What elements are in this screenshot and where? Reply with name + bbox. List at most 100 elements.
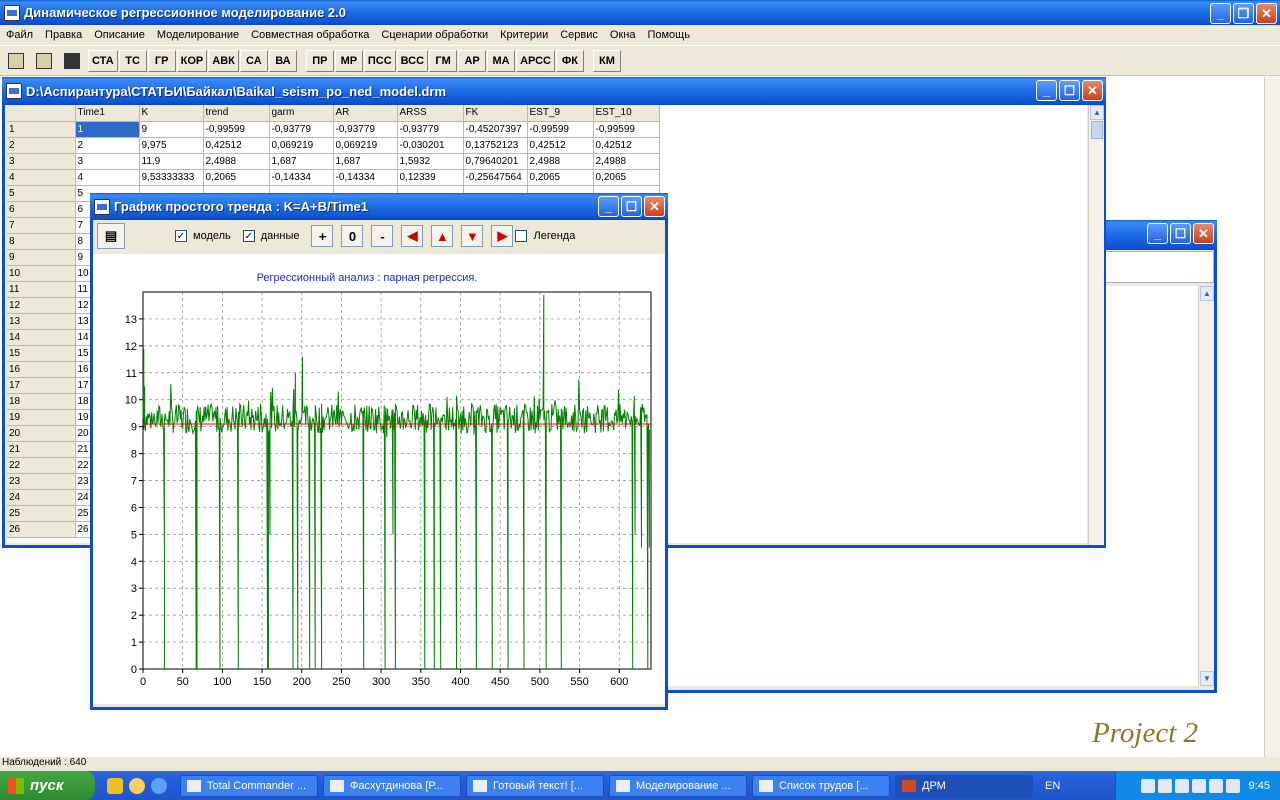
menu-joint-processing[interactable]: Совместная обработка bbox=[245, 29, 375, 41]
toolbar-button-sa[interactable]: СА bbox=[239, 49, 268, 72]
legend-checkbox[interactable]: Легенда bbox=[515, 230, 575, 242]
table-cell[interactable]: 9 bbox=[139, 121, 204, 138]
grid-window-close-button[interactable]: ✕ bbox=[1082, 80, 1103, 101]
quicklaunch-app-icon[interactable] bbox=[107, 777, 123, 794]
table-cell[interactable]: 3 bbox=[75, 153, 140, 170]
menu-scenarios[interactable]: Сценарии обработки bbox=[375, 29, 494, 41]
task-modeling[interactable]: Моделирование ... bbox=[609, 774, 747, 797]
table-cell[interactable]: -0,45207397 bbox=[463, 121, 528, 138]
toolbar-button-va[interactable]: ВА bbox=[268, 49, 297, 72]
task-works-list[interactable]: Список трудов [... bbox=[752, 774, 890, 797]
menu-help[interactable]: Помощь bbox=[641, 29, 696, 41]
right-window-close-button[interactable]: ✕ bbox=[1193, 223, 1214, 244]
menu-criteria[interactable]: Критерии bbox=[494, 29, 554, 41]
right-window-minimize-button[interactable]: _ bbox=[1147, 223, 1168, 244]
task-ready-text[interactable]: Готовый текст! [... bbox=[466, 774, 604, 797]
table-cell[interactable]: -0,99599 bbox=[593, 121, 660, 138]
tray-icon-3[interactable] bbox=[1174, 778, 1189, 793]
table-cell[interactable]: -0,25647564 bbox=[463, 169, 528, 186]
table-cell[interactable]: 0,069219 bbox=[333, 137, 398, 154]
quicklaunch-ie-icon[interactable] bbox=[151, 777, 167, 794]
arrow-left-icon[interactable]: ◀ bbox=[401, 225, 424, 247]
column-header-est_9[interactable]: EST_9 bbox=[527, 105, 594, 122]
toolbar-button-ts[interactable]: ТС bbox=[118, 49, 147, 72]
table-cell[interactable]: 9,975 bbox=[139, 137, 204, 154]
table-cell[interactable]: -0,030201 bbox=[397, 137, 464, 154]
table-cell[interactable]: -0,99599 bbox=[527, 121, 594, 138]
model-checkbox[interactable]: ✓ модель bbox=[175, 230, 231, 242]
toolbar-button-arss[interactable]: АРСС bbox=[516, 49, 555, 72]
table-cell[interactable]: -0,93779 bbox=[397, 121, 464, 138]
menu-file[interactable]: Файл bbox=[0, 29, 39, 41]
arrow-right-icon[interactable]: ▶ bbox=[491, 225, 514, 247]
table-cell[interactable]: 0,069219 bbox=[269, 137, 334, 154]
toolbar-button-vss[interactable]: ВСС bbox=[396, 49, 429, 72]
toolbar-button-km[interactable]: КМ bbox=[592, 49, 621, 72]
start-button[interactable]: пуск bbox=[0, 771, 95, 800]
mdi-scrollbar[interactable] bbox=[1264, 77, 1280, 757]
tray-icon-1[interactable] bbox=[1140, 778, 1155, 793]
right-window-maximize-button[interactable]: ☐ bbox=[1170, 223, 1191, 244]
chart-window-minimize-button[interactable]: _ bbox=[598, 196, 619, 217]
open-file-icon[interactable] bbox=[32, 50, 56, 72]
column-header-est_10[interactable]: EST_10 bbox=[593, 105, 660, 122]
table-cell[interactable]: -0,99599 bbox=[203, 121, 270, 138]
toolbar-button-ar[interactable]: АР bbox=[458, 49, 487, 72]
grid-window-title-bar[interactable]: D:\Аспирантура\СТАТЬИ\Байкал\Baikal_seis… bbox=[2, 77, 1106, 105]
table-row[interactable]: 4 4 9,53333333 0,2065 -0,14334 -0,14334 0,1233… bbox=[7, 169, 660, 186]
table-cell[interactable]: -0,14334 bbox=[333, 169, 398, 186]
new-file-icon[interactable] bbox=[4, 50, 28, 72]
table-cell[interactable]: 9,53333333 bbox=[139, 169, 204, 186]
table-row[interactable]: 2 2 9,975 0,42512 0,069219 0,069219 -0,030201 0… bbox=[7, 137, 660, 154]
arrow-down-icon[interactable]: ▼ bbox=[461, 225, 484, 247]
toolbar-button-ma[interactable]: МА bbox=[487, 49, 516, 72]
toolbar-button-pr[interactable]: ПР bbox=[305, 49, 334, 72]
toolbar-button-mr[interactable]: МР bbox=[334, 49, 363, 72]
app-title-bar[interactable]: Динамическое регрессионное моделирование… bbox=[0, 0, 1280, 25]
menu-service[interactable]: Сервис bbox=[554, 29, 604, 41]
grid-window-minimize-button[interactable]: _ bbox=[1036, 80, 1057, 101]
column-header-fk[interactable]: FK bbox=[463, 105, 528, 122]
toolbar-button-gm[interactable]: ГМ bbox=[429, 49, 458, 72]
column-header-ar[interactable]: AR bbox=[333, 105, 398, 122]
table-cell[interactable]: -0,14334 bbox=[269, 169, 334, 186]
table-row[interactable]: 3 3 11,9 2,4988 1,687 1,687 1,5932 0,79640201 2,… bbox=[7, 153, 660, 170]
chart-window-title-bar[interactable]: График простого тренда : K=A+B/Time1 _ ☐… bbox=[90, 193, 668, 220]
task-fashutdinova[interactable]: Фасхутдинова [Р... bbox=[323, 774, 461, 797]
menu-description[interactable]: Описание bbox=[88, 29, 151, 41]
save-icon[interactable] bbox=[60, 50, 84, 72]
toolbar-button-avk[interactable]: АВК bbox=[208, 49, 239, 72]
table-cell[interactable]: -0,93779 bbox=[269, 121, 334, 138]
table-cell[interactable]: 0,42512 bbox=[593, 137, 660, 154]
export-icon[interactable]: ▤ bbox=[97, 223, 125, 249]
grid-window-maximize-button[interactable]: ☐ bbox=[1059, 80, 1080, 101]
table-cell[interactable]: 0,79640201 bbox=[463, 153, 528, 170]
table-cell[interactable]: 4 bbox=[75, 169, 140, 186]
column-header-time1[interactable]: Time1 bbox=[75, 105, 140, 122]
scroll-up-arrow-icon[interactable]: ▲ bbox=[1200, 286, 1214, 301]
column-header-trend[interactable]: trend bbox=[203, 105, 270, 122]
data-checkbox[interactable]: ✓ данные bbox=[242, 230, 299, 242]
table-cell[interactable]: 0,42512 bbox=[527, 137, 594, 154]
tray-icon-4[interactable] bbox=[1191, 778, 1206, 793]
table-cell[interactable]: -0,93779 bbox=[333, 121, 398, 138]
toolbar-button-fk[interactable]: ФК bbox=[555, 49, 584, 72]
table-row[interactable]: 1 1 9 -0,99599 -0,93779 -0,93779 -0,93779 -0,45… bbox=[7, 121, 660, 138]
tray-icon-2[interactable] bbox=[1157, 778, 1172, 793]
table-cell[interactable]: 0,2065 bbox=[203, 169, 270, 186]
arrow-up-icon[interactable]: ▲ bbox=[431, 225, 454, 247]
zoom-reset-button[interactable]: 0 bbox=[341, 225, 364, 247]
grid-scroll-up-icon[interactable]: ▲ bbox=[1090, 105, 1104, 120]
zoom-in-button[interactable]: + bbox=[311, 225, 334, 247]
tray-icon-5[interactable] bbox=[1208, 778, 1223, 793]
chart-window-maximize-button[interactable]: ☐ bbox=[621, 196, 642, 217]
table-cell[interactable]: 1,687 bbox=[333, 153, 398, 170]
close-button[interactable]: ✕ bbox=[1256, 3, 1277, 24]
toolbar-button-gr[interactable]: ГР bbox=[147, 49, 176, 72]
zoom-out-button[interactable]: - bbox=[371, 225, 394, 247]
quicklaunch-browser-icon[interactable] bbox=[129, 777, 145, 794]
column-header-garm[interactable]: garm bbox=[269, 105, 334, 122]
table-cell[interactable]: 1,5932 bbox=[397, 153, 464, 170]
table-cell[interactable]: 11,9 bbox=[139, 153, 204, 170]
table-cell[interactable]: 0,13752123 bbox=[463, 137, 528, 154]
